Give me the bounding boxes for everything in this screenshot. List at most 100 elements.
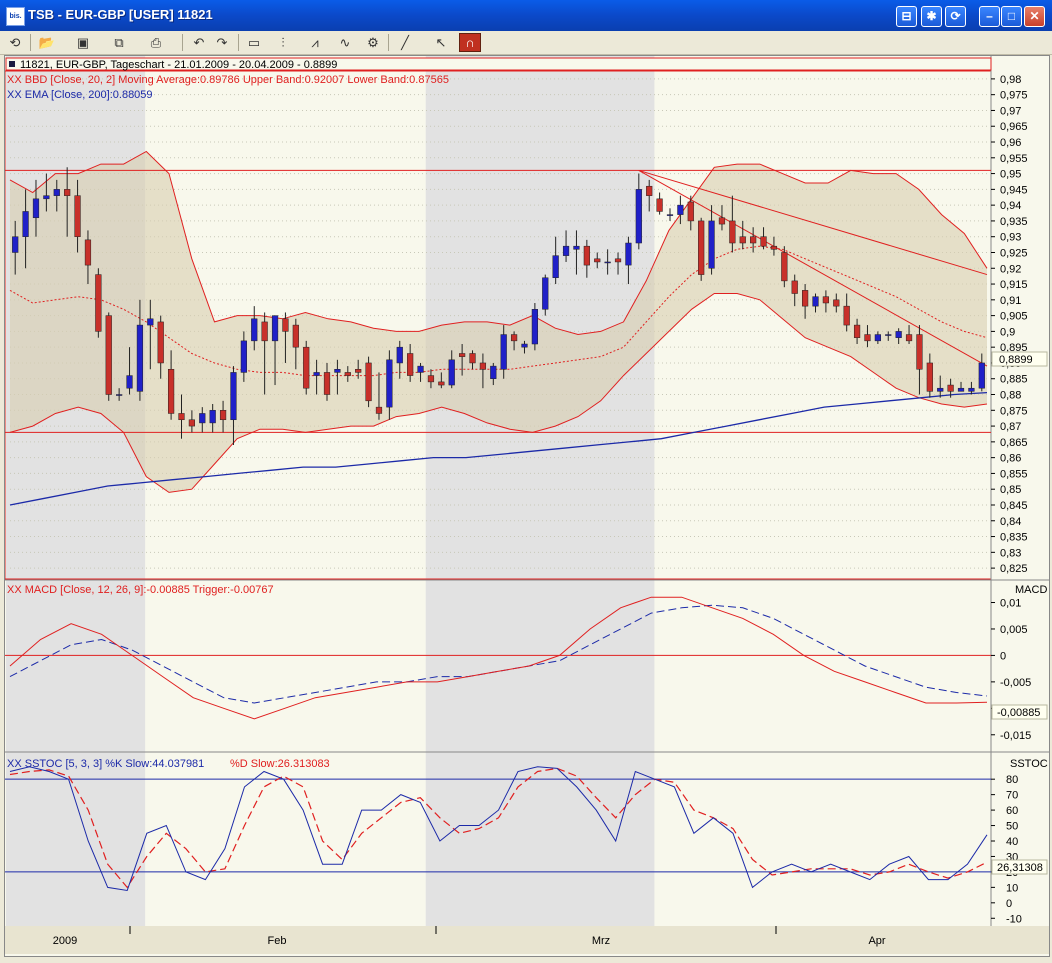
candle[interactable] (833, 299, 840, 307)
candle[interactable] (739, 236, 746, 244)
candle[interactable] (459, 353, 466, 357)
candle[interactable] (116, 394, 123, 396)
cursor-icon[interactable]: ↖ (430, 33, 452, 52)
candle[interactable] (469, 353, 476, 364)
candle[interactable] (822, 296, 830, 304)
layout-icon[interactable]: ⊟ (896, 6, 917, 27)
candle[interactable] (64, 189, 71, 196)
candle[interactable] (874, 334, 881, 342)
candle[interactable] (157, 321, 164, 364)
candle[interactable] (677, 204, 684, 215)
candle[interactable] (791, 280, 798, 294)
candle[interactable] (552, 255, 559, 278)
candle[interactable] (22, 211, 29, 237)
candle[interactable] (292, 324, 299, 348)
candle[interactable] (95, 274, 102, 332)
candle[interactable] (53, 189, 60, 196)
copy-icon[interactable]: ⧉ (108, 33, 130, 52)
candle[interactable] (687, 201, 694, 222)
candle[interactable] (968, 387, 975, 392)
candle[interactable] (718, 217, 726, 225)
candle[interactable] (583, 245, 590, 266)
candle[interactable] (178, 413, 185, 421)
candle[interactable] (625, 242, 632, 266)
candle[interactable] (427, 375, 435, 383)
candle[interactable] (562, 245, 570, 256)
maximize-icon[interactable]: □ (1001, 6, 1022, 27)
candle[interactable] (885, 334, 892, 336)
candle[interactable] (438, 381, 445, 386)
minimize-icon[interactable]: – (979, 6, 1000, 27)
candle[interactable] (937, 387, 944, 392)
open-folder-icon[interactable]: 📂 (36, 33, 58, 52)
candle[interactable] (729, 220, 736, 244)
candle[interactable] (531, 309, 538, 345)
candle[interactable] (375, 406, 383, 414)
star-icon[interactable]: ✱ (921, 6, 942, 27)
magnet-icon[interactable]: ∩ (459, 33, 481, 52)
candle[interactable] (698, 220, 705, 275)
candle[interactable] (978, 362, 985, 389)
chart-svg[interactable]: 0,980,9750,970,9650,960,9550,950,9450,94… (4, 56, 1049, 956)
indicator-icon[interactable]: ∿ (334, 33, 356, 52)
candle[interactable] (895, 331, 902, 338)
candle[interactable] (240, 340, 247, 373)
candle[interactable] (84, 239, 92, 266)
candle[interactable] (812, 296, 819, 307)
candle[interactable] (386, 359, 393, 408)
print-icon[interactable]: ⎙ (145, 33, 167, 52)
candle[interactable] (646, 185, 653, 196)
window-icon[interactable]: ▭ (243, 33, 265, 52)
candle[interactable] (542, 277, 549, 310)
candle[interactable] (303, 346, 310, 389)
candle[interactable] (864, 334, 871, 342)
candle-icon[interactable]: ⫶ (272, 33, 294, 52)
candle[interactable] (947, 384, 954, 392)
candle[interactable] (926, 362, 933, 392)
candle[interactable] (760, 236, 767, 247)
candle[interactable] (344, 372, 351, 376)
candle[interactable] (614, 258, 622, 263)
candle[interactable] (957, 387, 965, 392)
candle[interactable] (147, 318, 154, 326)
save-icon[interactable]: ▣ (72, 33, 94, 52)
candle[interactable] (313, 372, 320, 376)
trendline-icon[interactable]: ╱ (394, 33, 416, 52)
candle[interactable] (188, 419, 195, 427)
candle[interactable] (230, 372, 237, 421)
refresh-icon[interactable]: ⟲ (4, 33, 26, 52)
title-bar[interactable]: bis. TSB - EUR-GBP [USER] 11821 ⊟ ✱ ⟳ – … (0, 0, 1052, 31)
candle[interactable] (500, 334, 507, 370)
candle[interactable] (261, 321, 268, 342)
bar-style-icon[interactable]: ⩘ (304, 33, 326, 52)
candle[interactable] (573, 245, 580, 250)
candle[interactable] (510, 334, 518, 342)
candle[interactable] (770, 245, 778, 250)
candle[interactable] (750, 236, 757, 244)
app-icon[interactable]: bis. (6, 7, 25, 26)
candle[interactable] (219, 410, 227, 421)
candle[interactable] (105, 315, 112, 395)
candle[interactable] (323, 372, 331, 395)
candle[interactable] (209, 410, 216, 424)
candle[interactable] (448, 359, 455, 386)
candle[interactable] (666, 214, 674, 216)
candle[interactable] (594, 258, 601, 263)
candle[interactable] (479, 362, 487, 370)
candle[interactable] (490, 365, 497, 379)
candle[interactable] (136, 324, 144, 392)
candle[interactable] (32, 198, 40, 219)
candle[interactable] (396, 346, 403, 364)
candle[interactable] (271, 315, 279, 342)
candle[interactable] (843, 305, 850, 326)
close-icon[interactable]: ✕ (1024, 6, 1045, 27)
candle[interactable] (282, 318, 289, 332)
candle[interactable] (521, 343, 528, 348)
candle[interactable] (43, 195, 50, 200)
candle[interactable] (167, 369, 175, 414)
properties-icon[interactable]: ⚙ (362, 33, 384, 52)
chart-forward-icon[interactable]: ↷ (211, 33, 233, 52)
candle[interactable] (656, 198, 663, 212)
candle[interactable] (334, 369, 341, 373)
chart-back-icon[interactable]: ↶ (188, 33, 210, 52)
